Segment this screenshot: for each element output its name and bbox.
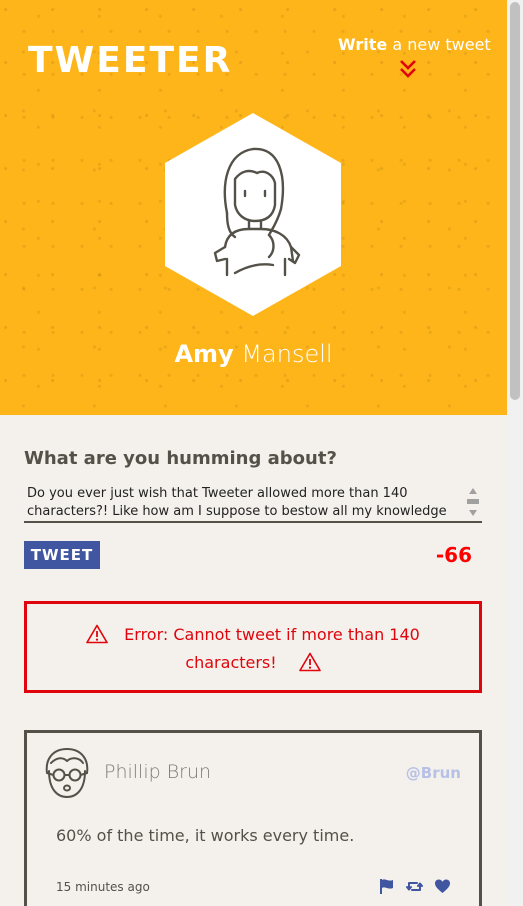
textarea-scrollbar[interactable] (466, 488, 480, 518)
flag-icon[interactable] (378, 878, 395, 895)
tweet-textarea[interactable]: Do you ever just wish that Tweeter allow… (24, 483, 482, 523)
page-scrollbar-thumb[interactable] (510, 2, 520, 400)
tweet-author-name: Phillip Brun (104, 761, 212, 783)
author-avatar (45, 748, 89, 798)
profile-name: Amy Mansell (0, 340, 507, 368)
profile-header: TWEETER Write a new tweet Amy Mansell (0, 0, 507, 415)
tweet-timestamp: 15 minutes ago (56, 880, 150, 894)
double-chevron-down-icon[interactable] (398, 58, 418, 80)
error-line-1: Error: Cannot tweet if more than 140 (27, 624, 479, 644)
error-message-box: Error: Cannot tweet if more than 140 cha… (24, 601, 482, 693)
tweet-button[interactable]: TWEET (24, 541, 100, 569)
profile-last-name: Mansell (233, 340, 333, 368)
write-link-bold: Write (338, 35, 388, 54)
textarea-scroll-down-icon[interactable] (469, 510, 477, 516)
warning-icon (298, 652, 321, 672)
error-text-1: Error: Cannot tweet if more than 140 (124, 624, 420, 644)
tweet-actions (378, 878, 451, 895)
write-link-rest: a new tweet (387, 35, 491, 54)
tweet-author-handle: @Brun (405, 764, 461, 782)
tweet-content: 60% of the time, it works every time. (56, 826, 355, 845)
write-tweet-link[interactable]: Write a new tweet (338, 35, 491, 54)
profile-first-name: Amy (174, 340, 234, 368)
heart-icon[interactable] (434, 878, 451, 895)
app-logo[interactable]: TWEETER (28, 40, 232, 81)
page: TWEETER Write a new tweet Amy Mansell Wh… (0, 0, 523, 906)
error-text-2: characters! (185, 652, 277, 672)
tweet-card: Phillip Brun @Brun 60% of the time, it w… (24, 730, 482, 906)
textarea-scroll-thumb[interactable] (467, 499, 479, 504)
textarea-scroll-up-icon[interactable] (469, 488, 477, 494)
profile-avatar (165, 113, 341, 316)
error-line-2: characters! (27, 652, 479, 672)
character-counter: -66 (435, 543, 472, 567)
warning-icon (86, 624, 108, 644)
retweet-icon[interactable] (406, 878, 423, 895)
compose-title: What are you humming about? (24, 448, 337, 469)
